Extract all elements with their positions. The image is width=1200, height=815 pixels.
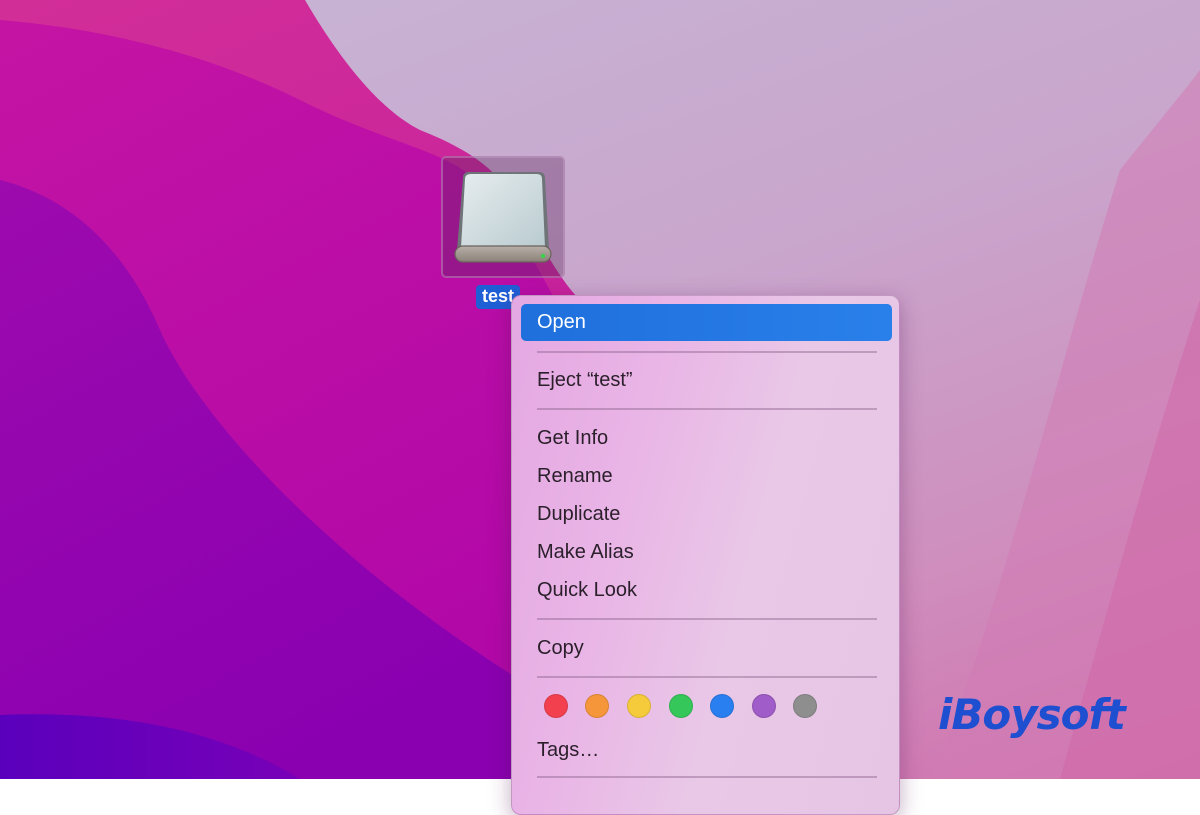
menu-item-tags[interactable]: Tags… <box>521 732 892 769</box>
menu-separator <box>537 408 877 410</box>
menu-separator <box>537 618 877 620</box>
tag-red-button[interactable] <box>544 694 568 718</box>
external-drive-icon <box>454 172 552 263</box>
menu-item-duplicate[interactable]: Duplicate <box>521 496 892 533</box>
menu-separator <box>537 676 877 678</box>
tag-purple-button[interactable] <box>752 694 776 718</box>
tag-yellow-button[interactable] <box>627 694 651 718</box>
menu-item-eject[interactable]: Eject “test” <box>521 362 892 399</box>
desktop-icon-test-drive[interactable] <box>441 156 565 278</box>
tag-green-button[interactable] <box>669 694 693 718</box>
menu-separator <box>537 351 877 353</box>
tag-orange-button[interactable] <box>585 694 609 718</box>
menu-item-get-info[interactable]: Get Info <box>521 420 892 457</box>
menu-item-make-alias[interactable]: Make Alias <box>521 534 892 571</box>
menu-separator <box>537 776 877 778</box>
iboysoft-watermark-logo: iBoysoft <box>938 690 1126 739</box>
menu-item-rename[interactable]: Rename <box>521 458 892 495</box>
tag-blue-button[interactable] <box>710 694 734 718</box>
context-menu: Open Eject “test” Get Info Rename Duplic… <box>511 295 900 815</box>
menu-item-open[interactable]: Open <box>521 304 892 341</box>
tag-gray-button[interactable] <box>793 694 817 718</box>
menu-item-copy[interactable]: Copy <box>521 630 892 667</box>
menu-item-quick-look[interactable]: Quick Look <box>521 572 892 609</box>
